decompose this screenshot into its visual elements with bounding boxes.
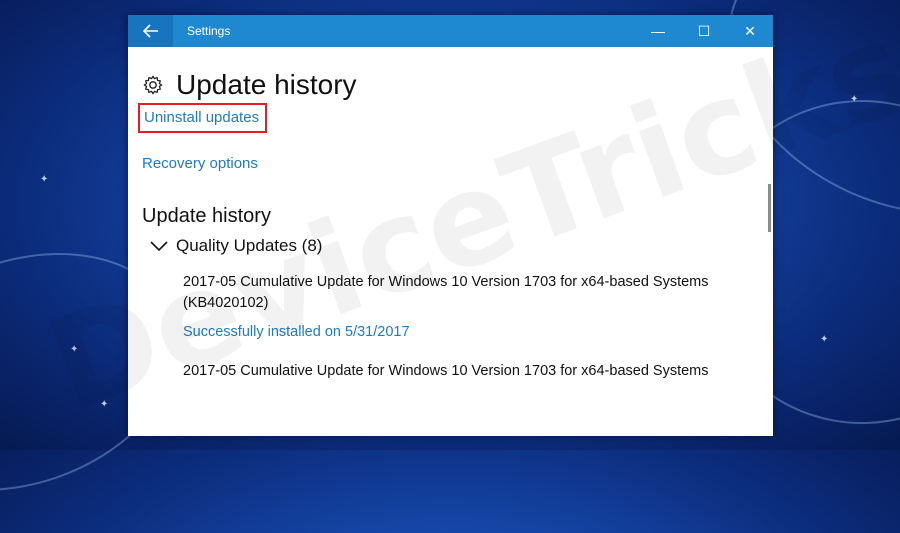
desktop-sparkle: ✦: [850, 94, 859, 105]
recovery-options-link[interactable]: Recovery options: [142, 155, 258, 172]
update-status-link[interactable]: Successfully installed on 5/31/2017: [183, 324, 410, 340]
arrow-left-icon: [142, 24, 158, 38]
category-label: Quality Updates (8): [176, 236, 323, 255]
chevron-down-icon: [150, 241, 168, 252]
desktop-sparkle: ✦: [820, 334, 829, 345]
title-bar: Settings — ☐ ✕: [128, 15, 773, 47]
minimize-button[interactable]: —: [635, 15, 681, 47]
settings-window: Settings — ☐ ✕ Update history Uninstall …: [128, 15, 773, 436]
uninstall-updates-link[interactable]: Uninstall updates: [144, 109, 259, 126]
close-icon: ✕: [744, 22, 756, 39]
quality-updates-toggle[interactable]: Quality Updates (8): [150, 236, 773, 256]
minimize-icon: —: [651, 23, 665, 39]
desktop-sparkle: ✦: [40, 174, 49, 185]
window-controls: — ☐ ✕: [635, 15, 773, 47]
back-button[interactable]: [128, 15, 173, 47]
update-name: 2017-05 Cumulative Update for Windows 10…: [183, 274, 709, 311]
maximize-icon: ☐: [697, 22, 711, 39]
list-item: 2017-05 Cumulative Update for Windows 10…: [183, 361, 773, 382]
maximize-button[interactable]: ☐: [681, 15, 727, 47]
uninstall-highlight-box: Uninstall updates: [138, 103, 268, 133]
desktop-sparkle: ✦: [70, 344, 79, 355]
desktop-sparkle: ✦: [100, 399, 109, 410]
page-content: Update history Uninstall updates Recover…: [128, 69, 773, 382]
window-title: Settings: [187, 24, 231, 38]
update-name: 2017-05 Cumulative Update for Windows 10…: [183, 363, 709, 379]
scrollbar-thumb[interactable]: [768, 184, 771, 232]
page-heading: Update history: [142, 69, 773, 101]
page-title: Update history: [176, 69, 357, 100]
close-button[interactable]: ✕: [727, 15, 773, 47]
gear-icon: [143, 75, 163, 95]
section-title: Update history: [142, 205, 271, 227]
list-item: 2017-05 Cumulative Update for Windows 10…: [183, 272, 773, 341]
